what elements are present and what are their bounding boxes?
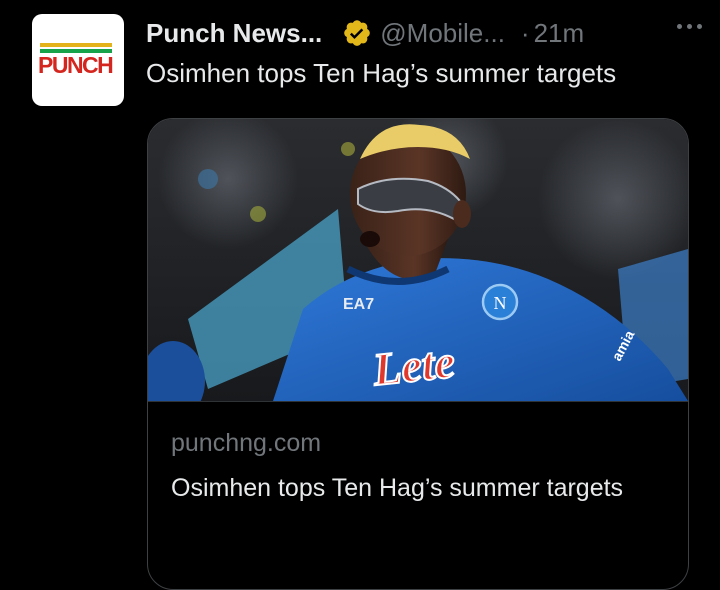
- jersey-sponsor-text: Lete: [370, 336, 458, 395]
- author-name[interactable]: Punch News...: [146, 18, 322, 49]
- punch-logo: PUNCH: [38, 40, 118, 80]
- verified-badge-icon[interactable]: [342, 18, 372, 48]
- link-card[interactable]: N EA7 Lete amia punchng.com Osimhen tops…: [147, 118, 689, 590]
- link-card-title[interactable]: Osimhen tops Ten Hag’s summer targets: [171, 469, 661, 507]
- card-divider: [148, 401, 688, 402]
- more-dot: [697, 24, 702, 29]
- logo-stripe-gold: [40, 43, 112, 47]
- kit-brand-text: EA7: [343, 296, 374, 313]
- post-header: Punch News... @Mobile... · 21m: [146, 14, 702, 52]
- more-dot: [677, 24, 682, 29]
- meta-separator: ·: [520, 17, 530, 48]
- more-options-icon[interactable]: [677, 24, 702, 29]
- logo-wordmark: PUNCH: [38, 52, 114, 78]
- author-avatar[interactable]: PUNCH: [32, 14, 124, 106]
- link-card-image[interactable]: N EA7 Lete amia: [148, 119, 688, 401]
- post-timestamp[interactable]: 21m: [534, 18, 585, 49]
- more-dot: [687, 24, 692, 29]
- svg-text:N: N: [494, 293, 507, 313]
- post-text: Osimhen tops Ten Hag’s summer targets: [146, 58, 617, 88]
- link-card-domain[interactable]: punchng.com: [171, 429, 321, 458]
- author-handle[interactable]: @Mobile...: [380, 18, 505, 49]
